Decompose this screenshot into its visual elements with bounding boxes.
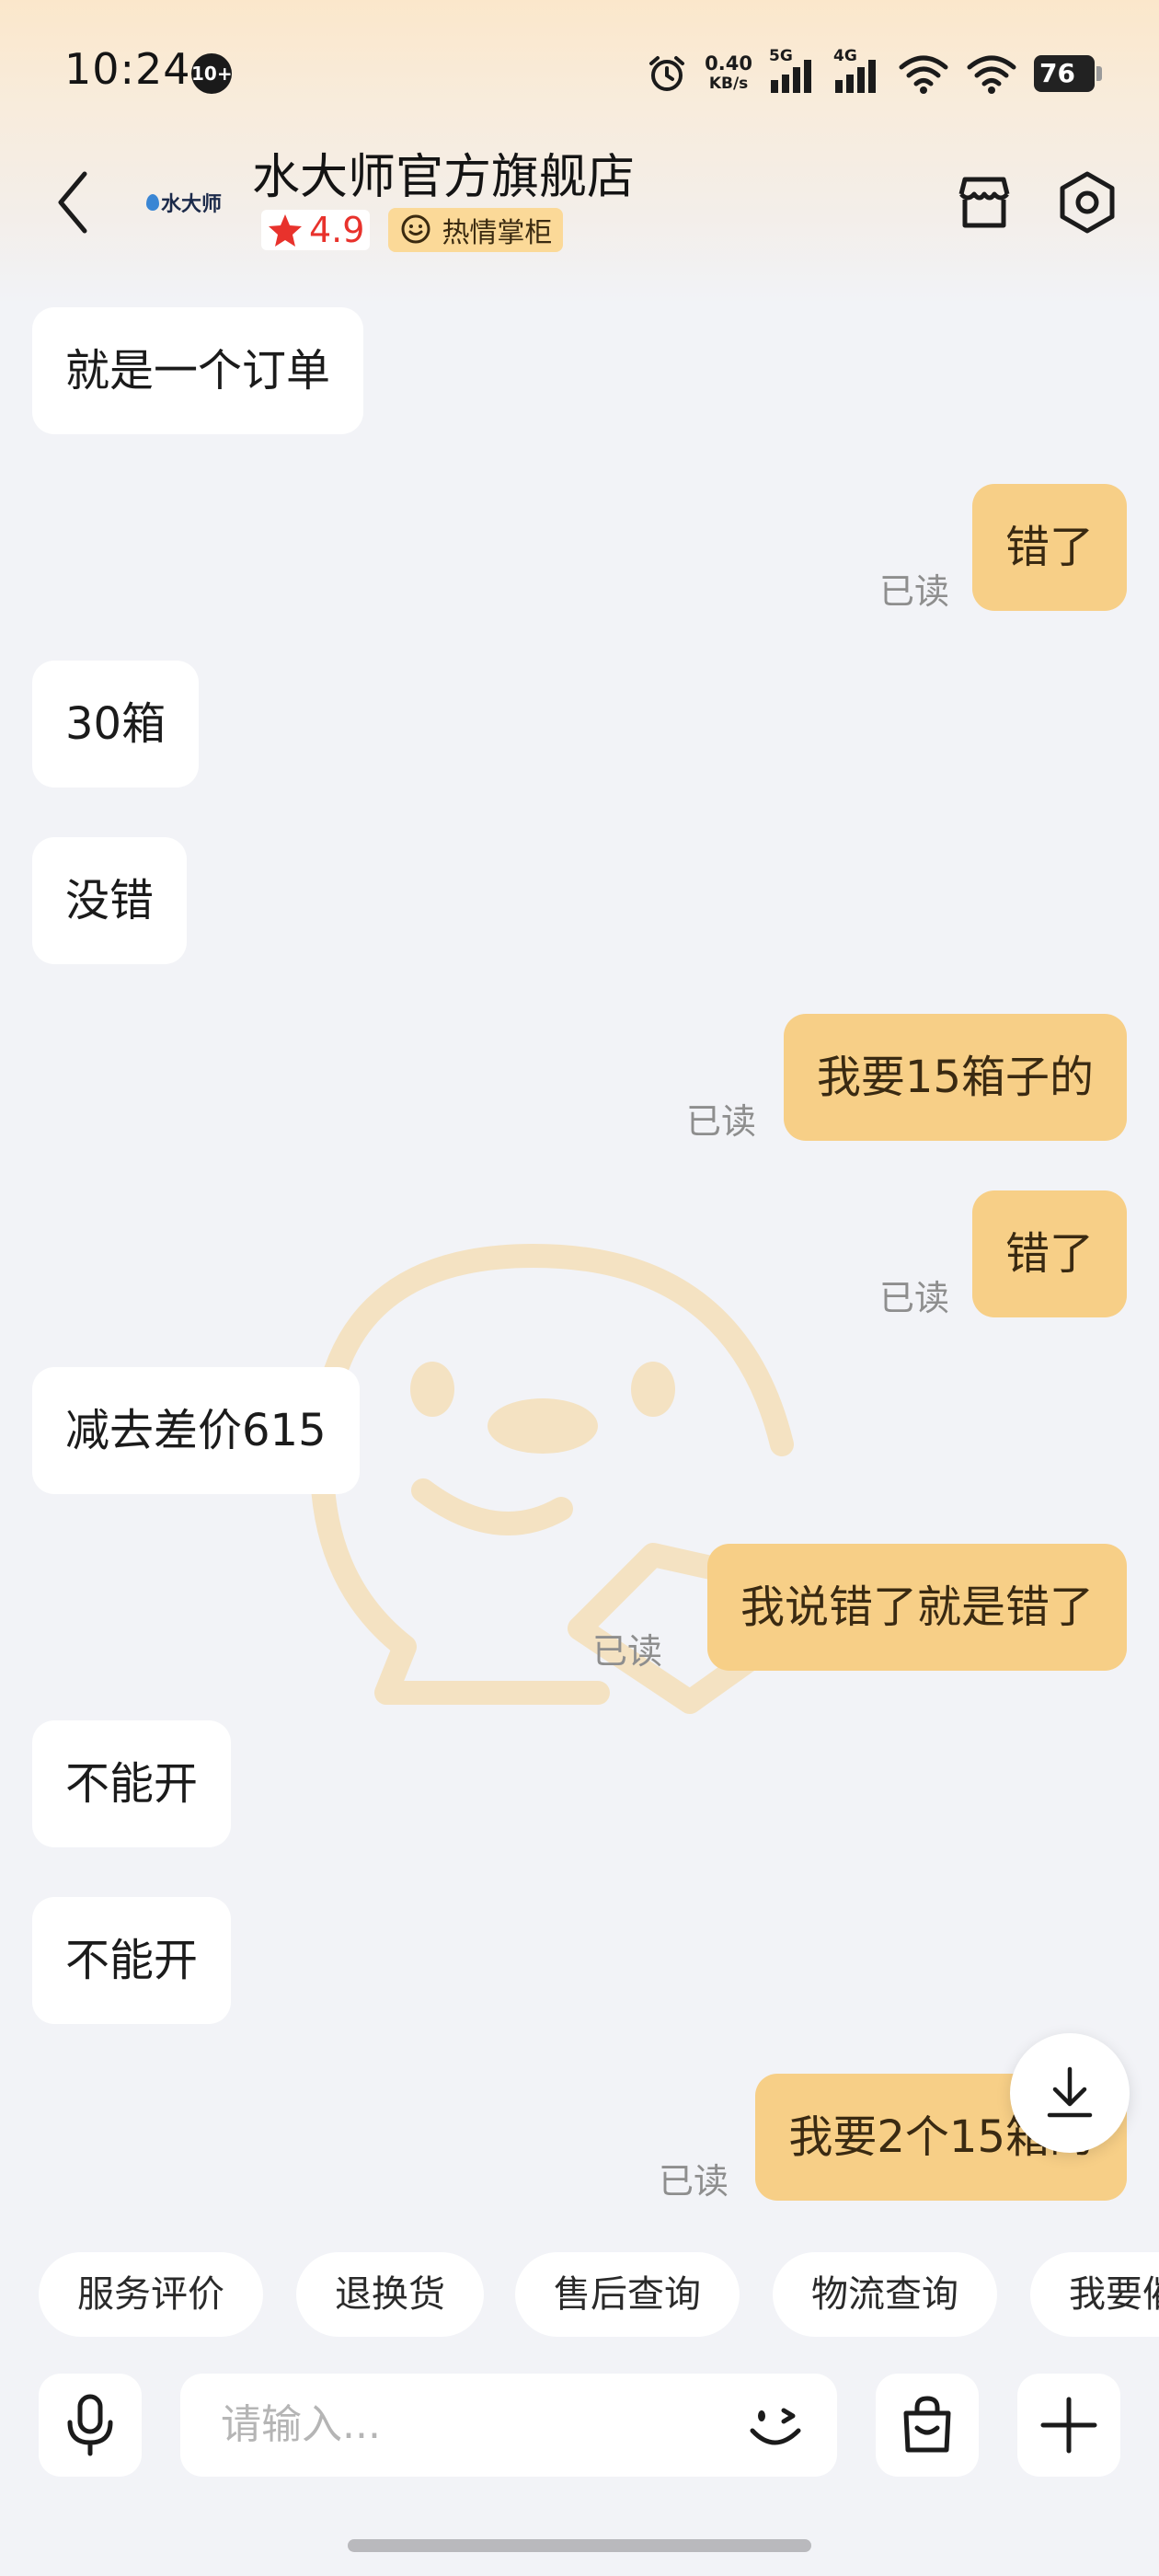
read-status: 已读 <box>592 1631 663 1672</box>
home-indicator[interactable] <box>348 2539 811 2552</box>
message-outgoing[interactable]: 错了 <box>971 484 1127 611</box>
settings-icon <box>1060 171 1115 234</box>
battery-indicator: 76 <box>1034 55 1102 92</box>
signal-4g: 4G <box>833 47 881 95</box>
star-icon <box>269 214 302 247</box>
plus-icon <box>1040 2397 1097 2454</box>
message-incoming[interactable]: 不能开 <box>32 1720 232 1847</box>
read-status: 已读 <box>879 571 950 612</box>
notification-badge: 10+ <box>191 53 233 94</box>
store-meta: 4.9 热情掌柜 <box>261 208 564 252</box>
chat-header: 水大师 水大师官方旗舰店 4.9 热情掌柜 <box>0 138 1159 267</box>
store-logo-text: 水大师 <box>160 192 222 216</box>
mic-icon <box>67 2394 113 2456</box>
signal-5g: 5G <box>769 47 817 95</box>
quick-reply-bar[interactable]: 服务评价 退换货 售后查询 物流查询 我要催 <box>0 2252 1159 2337</box>
message-incoming[interactable]: 减去差价615 <box>32 1367 360 1494</box>
signal-5g-label: 5G <box>769 47 793 65</box>
store-button[interactable] <box>947 166 1021 239</box>
network-speed-value: 0.40 <box>705 52 752 75</box>
read-status: 已读 <box>659 2161 729 2202</box>
input-bar: 请输入... <box>0 2374 1159 2484</box>
store-name[interactable]: 水大师官方旗舰店 <box>252 138 635 207</box>
voice-button[interactable] <box>39 2374 142 2477</box>
emoji-icon[interactable] <box>743 2394 808 2458</box>
back-button[interactable] <box>37 166 110 239</box>
message-outgoing[interactable]: 我要15箱子的 <box>783 1014 1127 1141</box>
shopping-bag-icon <box>903 2396 951 2453</box>
rating-value: 4.9 <box>309 210 365 250</box>
more-button[interactable] <box>1017 2374 1120 2477</box>
message-outgoing[interactable]: 错了 <box>971 1190 1127 1317</box>
quick-reply-urge[interactable]: 我要催 <box>1030 2252 1159 2337</box>
alarm-icon <box>649 56 685 91</box>
back-icon <box>58 171 87 234</box>
network-speed-unit: KB/s <box>708 75 749 93</box>
store-icon <box>958 177 1010 228</box>
chat-messages[interactable]: 就是一个订单 已读 错了 30箱 没错 已读 我要15箱子的 已读 错了 减去差… <box>0 276 1159 2236</box>
message-input[interactable]: 请输入... <box>180 2374 837 2477</box>
merchant-tag-label: 热情掌柜 <box>442 217 553 249</box>
message-incoming[interactable]: 没错 <box>32 837 188 964</box>
wifi-icon <box>967 55 1016 94</box>
quick-reply-after-sales[interactable]: 售后查询 <box>515 2252 740 2337</box>
read-status: 已读 <box>686 1101 757 1142</box>
network-speed: 0.40 KB/s <box>705 53 752 94</box>
signal-4g-label: 4G <box>833 47 857 65</box>
store-logo[interactable]: 水大师 <box>138 175 230 230</box>
quick-reply-service-review[interactable]: 服务评价 <box>39 2252 263 2337</box>
status-bar: 10:24 10+ 0.40 KB/s 5G 4G 76 <box>0 0 1159 138</box>
wifi-icon <box>899 55 948 94</box>
quick-reply-return-exchange[interactable]: 退换货 <box>296 2252 484 2337</box>
message-incoming[interactable]: 不能开 <box>32 1897 232 2024</box>
scroll-to-bottom-button[interactable] <box>1010 2033 1130 2153</box>
message-outgoing[interactable]: 我说错了就是错了 <box>706 1544 1127 1671</box>
message-incoming[interactable]: 30箱 <box>32 661 200 788</box>
status-time: 10:24 <box>64 44 191 94</box>
message-incoming[interactable]: 就是一个订单 <box>32 307 364 434</box>
water-drop-icon <box>145 194 159 211</box>
message-input-placeholder: 请输入... <box>221 2401 381 2448</box>
quick-reply-logistics[interactable]: 物流查询 <box>773 2252 997 2337</box>
download-arrow-icon <box>1047 2066 1093 2118</box>
status-icons: 0.40 KB/s 5G 4G 76 <box>646 47 1102 99</box>
merchant-tag: 热情掌柜 <box>388 208 564 252</box>
smile-badge-icon <box>401 214 430 244</box>
shopping-bag-button[interactable] <box>876 2374 979 2477</box>
settings-button[interactable] <box>1050 166 1124 239</box>
store-rating: 4.9 <box>261 210 371 250</box>
read-status: 已读 <box>879 1278 950 1318</box>
